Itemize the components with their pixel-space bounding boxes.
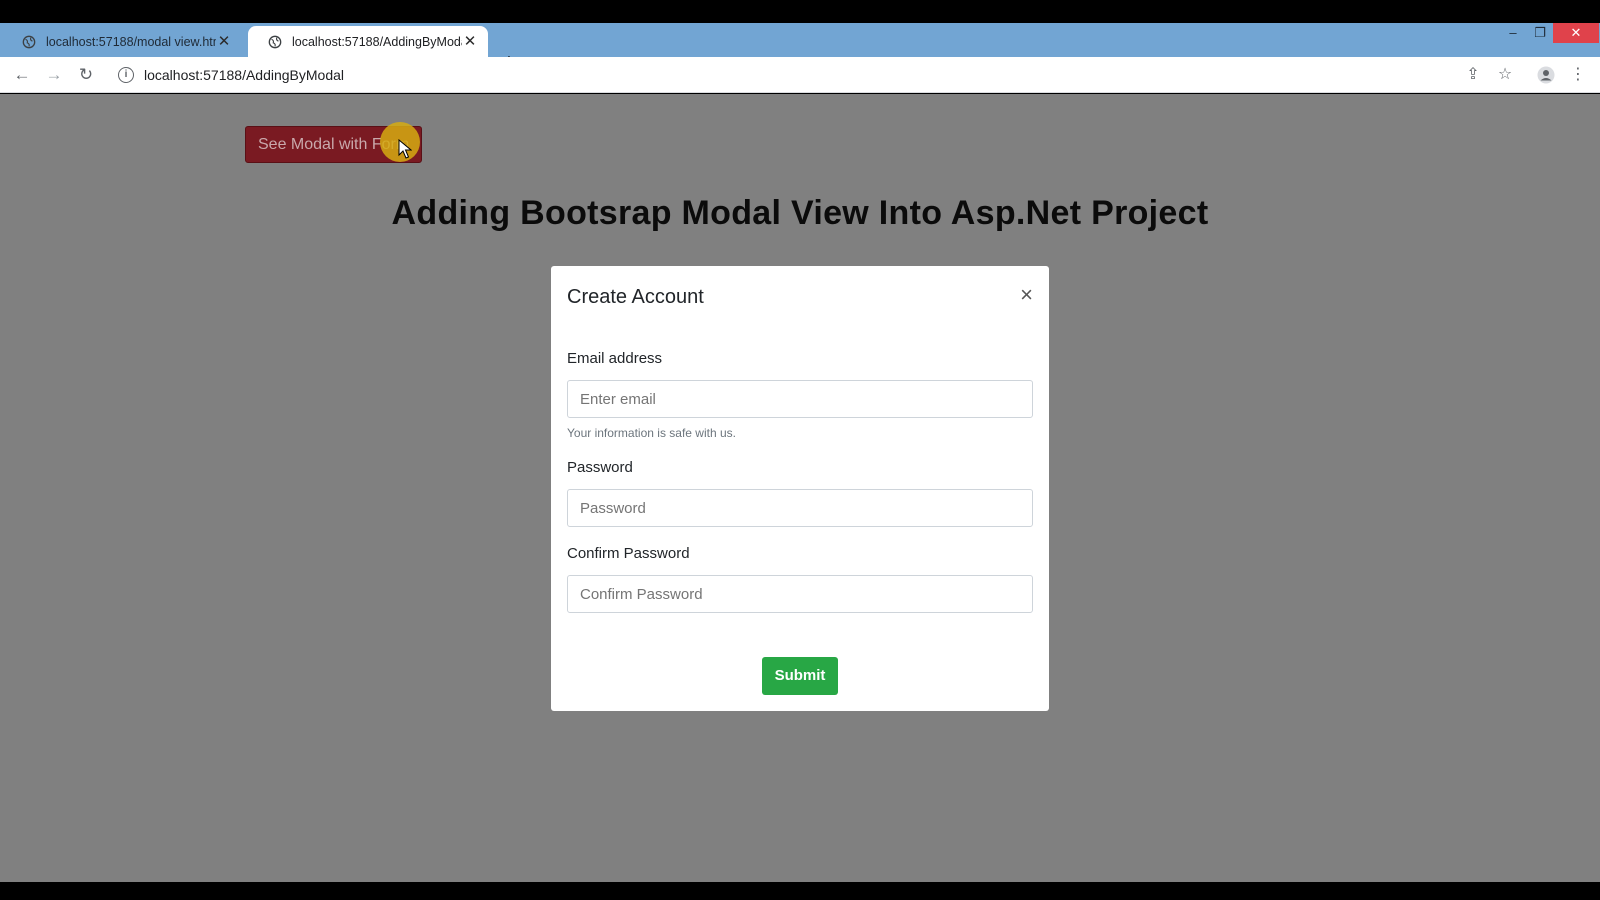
page-backdrop: See Modal with Form Adding Bootsrap Moda… [0,94,1600,882]
browser-toolbar: ← → ↻ i localhost:57188/AddingByModal ⇪ … [0,57,1600,93]
address-bar[interactable]: i localhost:57188/AddingByModal [112,61,1472,89]
tab-adding-by-modal[interactable]: localhost:57188/AddingByModal ✕ [248,26,488,57]
password-field[interactable] [567,489,1033,527]
page-title: Adding Bootsrap Modal View Into Asp.Net … [391,194,1209,232]
confirm-password-field[interactable] [567,575,1033,613]
password-label: Password [567,459,633,476]
address-text: localhost:57188/AddingByModal [144,67,345,83]
modal-title: Create Account [567,286,704,308]
back-arrow-icon[interactable]: ← [12,65,32,85]
mouse-cursor-icon [398,139,412,159]
bottom-bar [0,882,1600,900]
tab-title: localhost:57188/AddingByModal [292,34,462,49]
kebab-menu-icon[interactable]: ⋮ [1568,65,1588,85]
email-field[interactable] [567,380,1033,418]
email-help-text: Your information is safe with us. [567,426,736,440]
email-label: Email address [567,350,663,367]
submit-button[interactable]: Submit [762,657,838,695]
close-icon[interactable]: ✕ [216,33,232,50]
screen: localhost:57188/modal view.html ✕ localh… [0,0,1600,900]
confirm-password-label: Confirm Password [567,545,690,562]
tab-modal-view[interactable]: localhost:57188/modal view.html ✕ [2,26,242,57]
restore-icon[interactable]: ❐ [1525,23,1555,43]
close-icon[interactable]: × [1020,284,1033,306]
star-icon[interactable]: ☆ [1495,65,1515,85]
globe-icon [22,35,36,48]
create-account-modal: Create Account × Email address Your info… [551,266,1049,711]
close-icon[interactable]: ✕ [462,33,478,50]
forward-arrow-icon[interactable]: → [44,65,64,85]
tab-strip: localhost:57188/modal view.html ✕ localh… [0,23,1600,73]
window-close-button[interactable]: ✕ [1553,23,1599,43]
profile-icon[interactable] [1536,65,1556,85]
tab-title: localhost:57188/modal view.html [46,34,216,49]
info-icon[interactable]: i [118,67,134,83]
reload-icon[interactable]: ↻ [76,65,96,85]
minimize-icon[interactable]: – [1498,23,1528,43]
share-icon[interactable]: ⇪ [1463,65,1483,85]
globe-icon [268,35,282,48]
